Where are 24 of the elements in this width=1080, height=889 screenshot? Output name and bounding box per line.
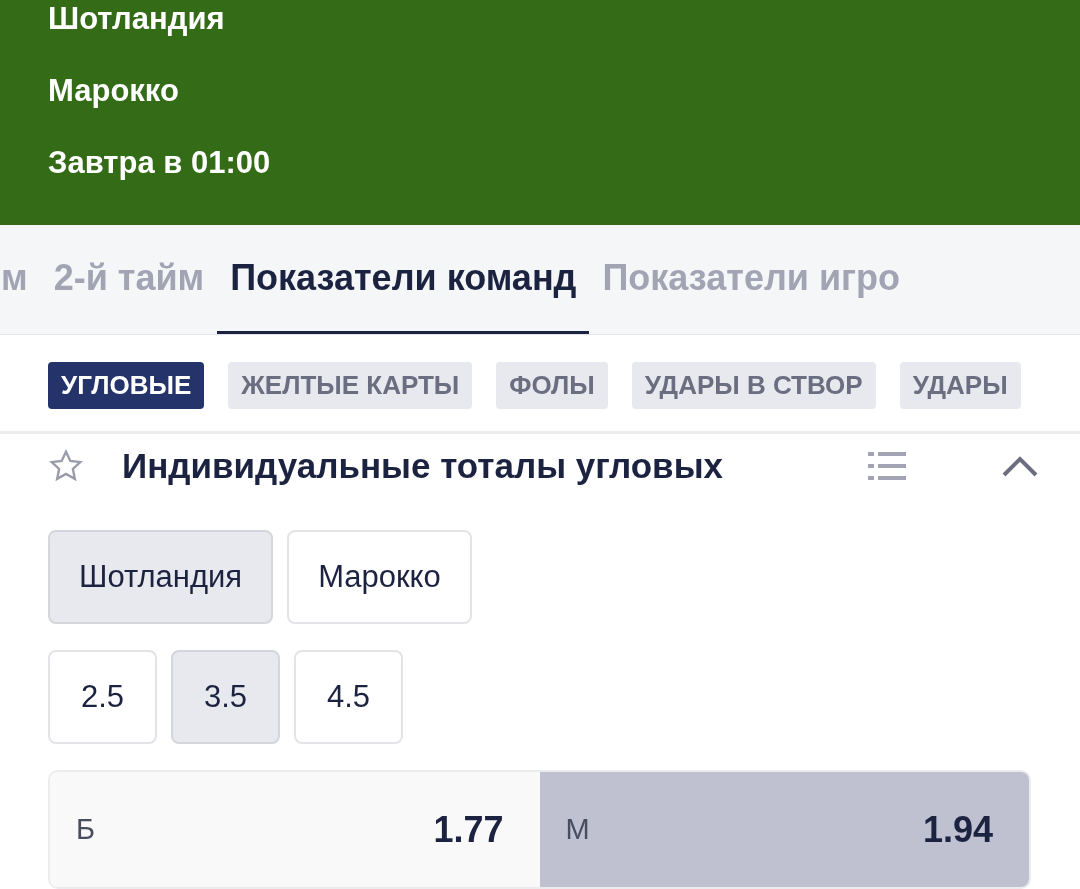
odds-label: М: [565, 811, 590, 847]
category-chip[interactable]: УДАРЫ В СТВОР: [631, 362, 876, 409]
market-title: Индивидуальные тоталы угловых: [122, 444, 723, 487]
star-icon[interactable]: [48, 448, 84, 484]
line-button[interactable]: 3.5: [171, 650, 280, 744]
odds-button[interactable]: М 1.94: [539, 772, 1029, 887]
line-button[interactable]: 2.5: [48, 650, 157, 744]
odds-label: Б: [76, 811, 96, 847]
odds-value: 1.77: [433, 807, 504, 852]
tab[interactable]: Показатели команд: [217, 225, 590, 334]
team-button[interactable]: Марокко: [287, 530, 472, 624]
team-button[interactable]: Шотландия: [48, 530, 274, 624]
category-chip[interactable]: ЖЕЛТЫЕ КАРТЫ: [228, 362, 473, 409]
list-icon[interactable]: [868, 450, 906, 482]
odds-button[interactable]: Б 1.77: [50, 772, 540, 887]
odds-value: 1.94: [922, 807, 993, 852]
category-chip[interactable]: УДАРЫ: [899, 362, 1021, 409]
match-time: Завтра в 01:00: [48, 144, 272, 182]
chevron-icon[interactable]: [1002, 455, 1038, 477]
category-chip[interactable]: ФОЛЫ: [496, 362, 608, 409]
line-button[interactable]: 4.5: [294, 650, 403, 744]
category-chip[interactable]: УГЛОВЫЕ: [48, 362, 205, 409]
team-name: Марокко: [48, 72, 180, 110]
team-name: Шотландия: [48, 0, 226, 38]
